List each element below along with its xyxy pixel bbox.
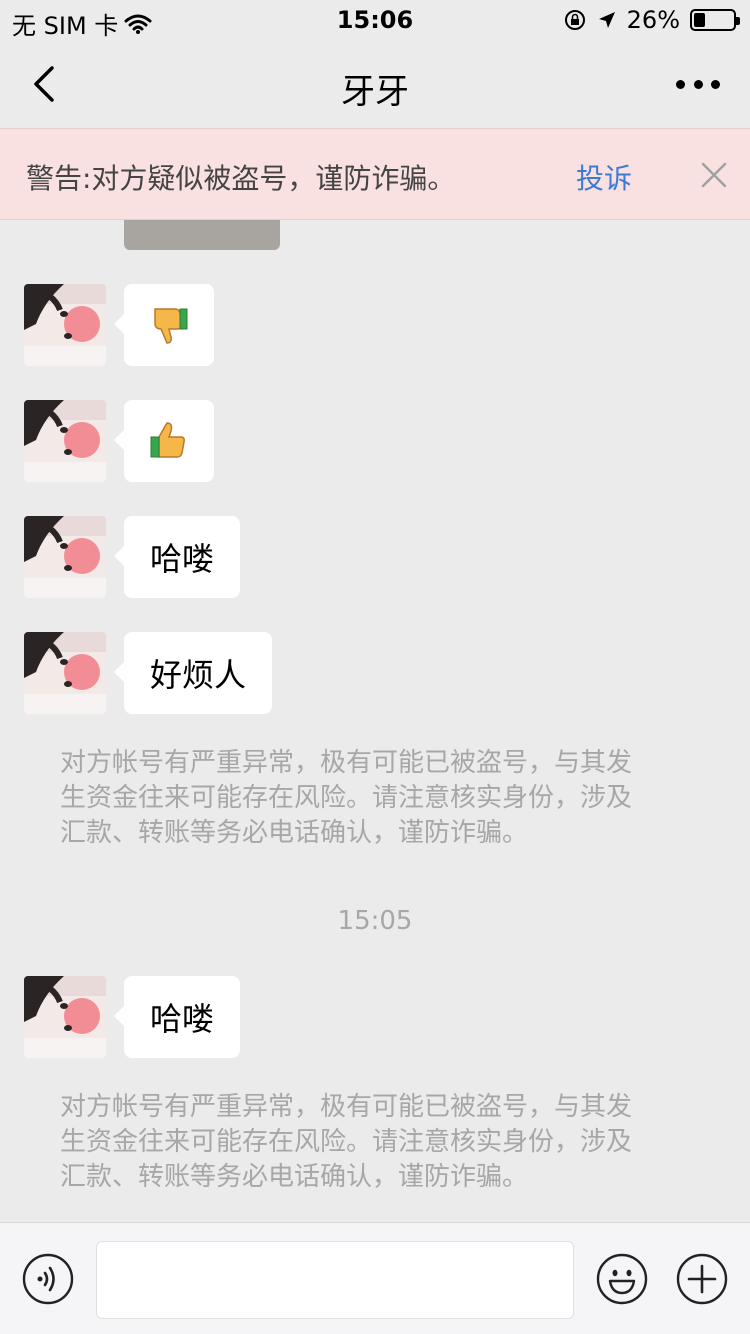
battery-percent: 26%: [626, 6, 680, 34]
system-warning-line: 汇款、转账等务必电话确认，谨防诈骗。: [60, 818, 529, 848]
more-dot: [711, 79, 720, 89]
chat-area[interactable]: 哈喽 好烦人 对方帐号有严重异常，极有可能已被盗号，与其发 生资金往来可能存在风…: [0, 220, 750, 1222]
battery-fill: [694, 13, 705, 27]
message-row: [24, 400, 214, 482]
message-input[interactable]: [96, 1241, 574, 1319]
message-bubble[interactable]: [114, 400, 214, 482]
message-bubble[interactable]: 哈喽: [113, 516, 241, 598]
rotation-lock-icon: [564, 10, 585, 30]
avatar[interactable]: [24, 516, 106, 598]
thumbs-up-icon: [150, 422, 185, 458]
message-bubble[interactable]: 哈喽: [113, 976, 241, 1058]
system-warning-line: 生资金往来可能存在风险。请注意核实身份，涉及: [60, 1127, 633, 1157]
input-bar: [0, 1222, 750, 1334]
avatar-image: [24, 400, 106, 482]
system-warning-line: 对方帐号有严重异常，极有可能已被盗号，与其发: [60, 748, 633, 778]
avatar-image: [24, 284, 106, 366]
avatar-image: [24, 516, 106, 598]
message-bubble[interactable]: 好烦人: [113, 632, 273, 714]
location-arrow-icon: [598, 12, 615, 28]
more-dots-icon[interactable]: [676, 70, 720, 98]
emoji-face-icon[interactable]: [596, 1253, 648, 1305]
battery-icon: [690, 9, 740, 31]
close-icon[interactable]: [700, 161, 728, 189]
more-dot: [693, 79, 703, 89]
image-message-clipped[interactable]: [124, 220, 280, 250]
system-warning-line: 生资金往来可能存在风险。请注意核实身份，涉及: [60, 783, 633, 813]
warning-text: 警告:对方疑似被盗号，谨防诈骗。: [26, 162, 456, 195]
system-warning-line: 汇款、转账等务必电话确认，谨防诈骗。: [60, 1162, 529, 1192]
avatar[interactable]: [24, 976, 106, 1058]
message-row: [24, 284, 214, 366]
message-bubble[interactable]: [114, 284, 214, 366]
message-row: 好烦人: [24, 632, 273, 714]
message-row: 哈喽: [24, 976, 241, 1058]
avatar[interactable]: [24, 632, 106, 714]
avatar-image: [24, 976, 106, 1058]
chat-title: 牙牙: [341, 72, 409, 112]
complain-link[interactable]: 投诉: [576, 157, 632, 197]
time-divider: 15:05: [337, 906, 413, 936]
status-right: 26%: [563, 6, 740, 34]
avatar-image: [24, 632, 106, 714]
system-warning: 对方帐号有严重异常，极有可能已被盗号，与其发 生资金往来可能存在风险。请注意核实…: [60, 746, 690, 851]
more-dot: [676, 79, 685, 89]
avatar[interactable]: [24, 400, 106, 482]
message-row: 哈喽: [24, 516, 241, 598]
plus-icon[interactable]: [676, 1253, 728, 1305]
nav-bar: 牙牙: [0, 40, 750, 128]
status-bar: 无 SIM 卡 15:06 26%: [0, 0, 750, 40]
avatar[interactable]: [24, 284, 106, 366]
thumbs-down-icon: [154, 308, 188, 344]
fraud-warning-banner: 警告:对方疑似被盗号，谨防诈骗。 投诉: [0, 128, 750, 220]
system-warning: 对方帐号有严重异常，极有可能已被盗号，与其发 生资金往来可能存在风险。请注意核实…: [60, 1090, 690, 1195]
voice-icon[interactable]: [22, 1253, 74, 1305]
system-warning-line: 对方帐号有严重异常，极有可能已被盗号，与其发: [60, 1092, 633, 1122]
